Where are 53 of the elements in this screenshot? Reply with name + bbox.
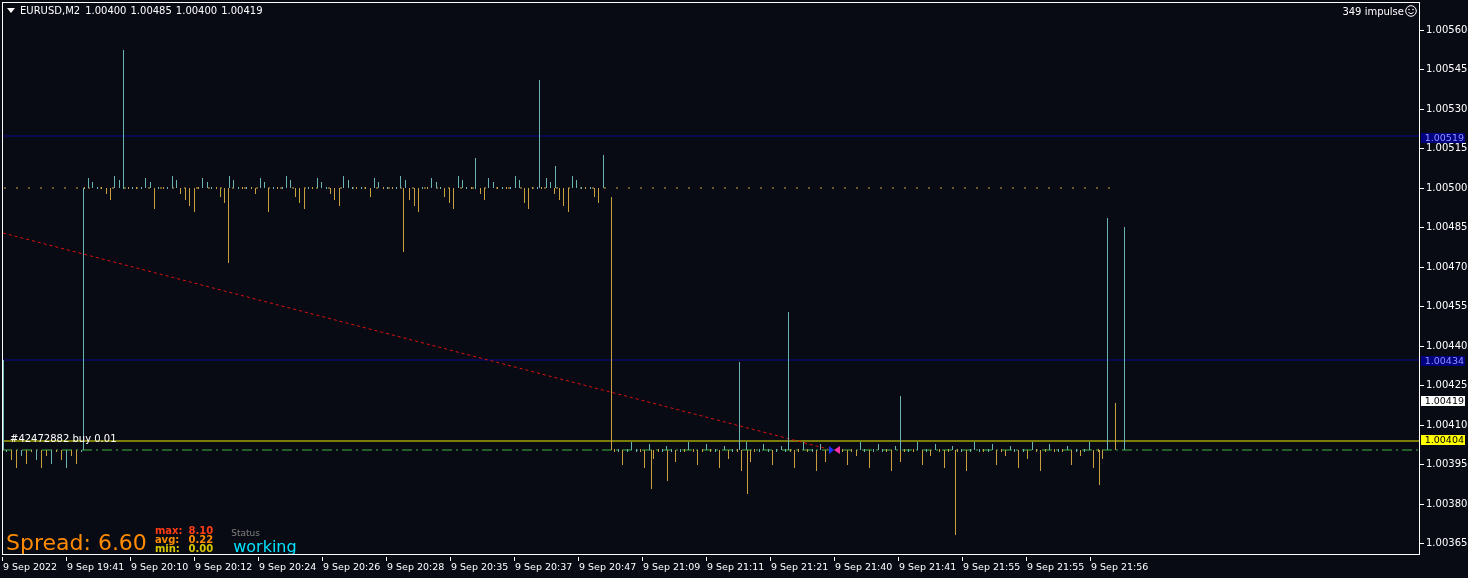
trade-arrow-icon	[829, 446, 840, 454]
price-value: 1.00400	[175, 5, 218, 16]
indicator-label: 349 impulse	[1342, 5, 1404, 17]
time-tick: 9 Sep 20:24	[258, 557, 322, 578]
price-tick: 1.00440	[1426, 339, 1468, 352]
time-tick: 9 Sep 21:41	[898, 557, 962, 578]
time-tick: 9 Sep 21:21	[770, 557, 834, 578]
price-tick: 1.00560	[1426, 24, 1468, 36]
time-tick: 9 Sep 20:12	[194, 557, 258, 578]
price-tick: 1.00410	[1426, 418, 1468, 431]
price-tick: 1.00380	[1426, 497, 1468, 510]
price-tick: 1.00470	[1426, 260, 1468, 273]
stat-label: min:	[154, 544, 181, 553]
time-tick: 9 Sep 20:28	[386, 557, 450, 578]
price-tick: 1.00500	[1426, 181, 1468, 194]
time-tick: 9 Sep 21:11	[706, 557, 770, 578]
price-value: 1.00419	[221, 5, 263, 16]
time-tick: 9 Sep 21:09	[642, 557, 706, 578]
stat-value: 0.22	[188, 535, 214, 544]
time-tick: 9 Sep 20:47	[578, 557, 642, 578]
price-tick: 1.00395	[1426, 458, 1468, 471]
time-tick: 9 Sep 2022	[2, 557, 66, 578]
price-marker: 1.00519	[1421, 132, 1465, 143]
time-tick: 9 Sep 20:10	[130, 557, 194, 578]
time-tick: 9 Sep 21:56	[1090, 557, 1154, 578]
time-tick: 9 Sep 20:26	[322, 557, 386, 578]
time-tick: 9 Sep 19:41	[66, 557, 130, 578]
price-tick: 1.00530	[1426, 102, 1468, 115]
dropdown-arrow-icon[interactable]	[7, 7, 15, 14]
status-label: Status	[231, 528, 261, 538]
price-tick: 1.00515	[1426, 142, 1468, 155]
smiley-icon	[1405, 5, 1417, 17]
price-tick: 1.00455	[1426, 300, 1468, 313]
time-tick: 9 Sep 20:35	[450, 557, 514, 578]
price-tick: 1.00545	[1426, 63, 1468, 76]
spread-value: Spread: 6.60	[6, 530, 147, 554]
stat-value: 0.00	[188, 544, 214, 553]
price-tick: 1.00425	[1426, 379, 1468, 392]
price-tick: 1.00485	[1426, 221, 1468, 234]
time-tick: 9 Sep 21:40	[834, 557, 898, 578]
price-marker: 1.00419	[1421, 395, 1465, 406]
price-tick: 1.00365	[1426, 536, 1468, 549]
time-tick: 9 Sep 21:55	[1026, 557, 1090, 578]
price-marker: 1.00404	[1421, 435, 1465, 446]
price-marker: 1.00434	[1421, 356, 1465, 367]
time-tick: 9 Sep 21:55	[962, 557, 1026, 578]
symbol-label: EURUSD,M2	[20, 5, 81, 16]
stat-label: avg:	[154, 535, 181, 544]
price-value: 1.00485	[130, 5, 172, 16]
stat-label: max:	[154, 526, 183, 535]
time-tick: 9 Sep 20:37	[514, 557, 578, 578]
stat-value: 8.10	[188, 526, 214, 535]
price-value: 1.00400	[85, 5, 127, 16]
